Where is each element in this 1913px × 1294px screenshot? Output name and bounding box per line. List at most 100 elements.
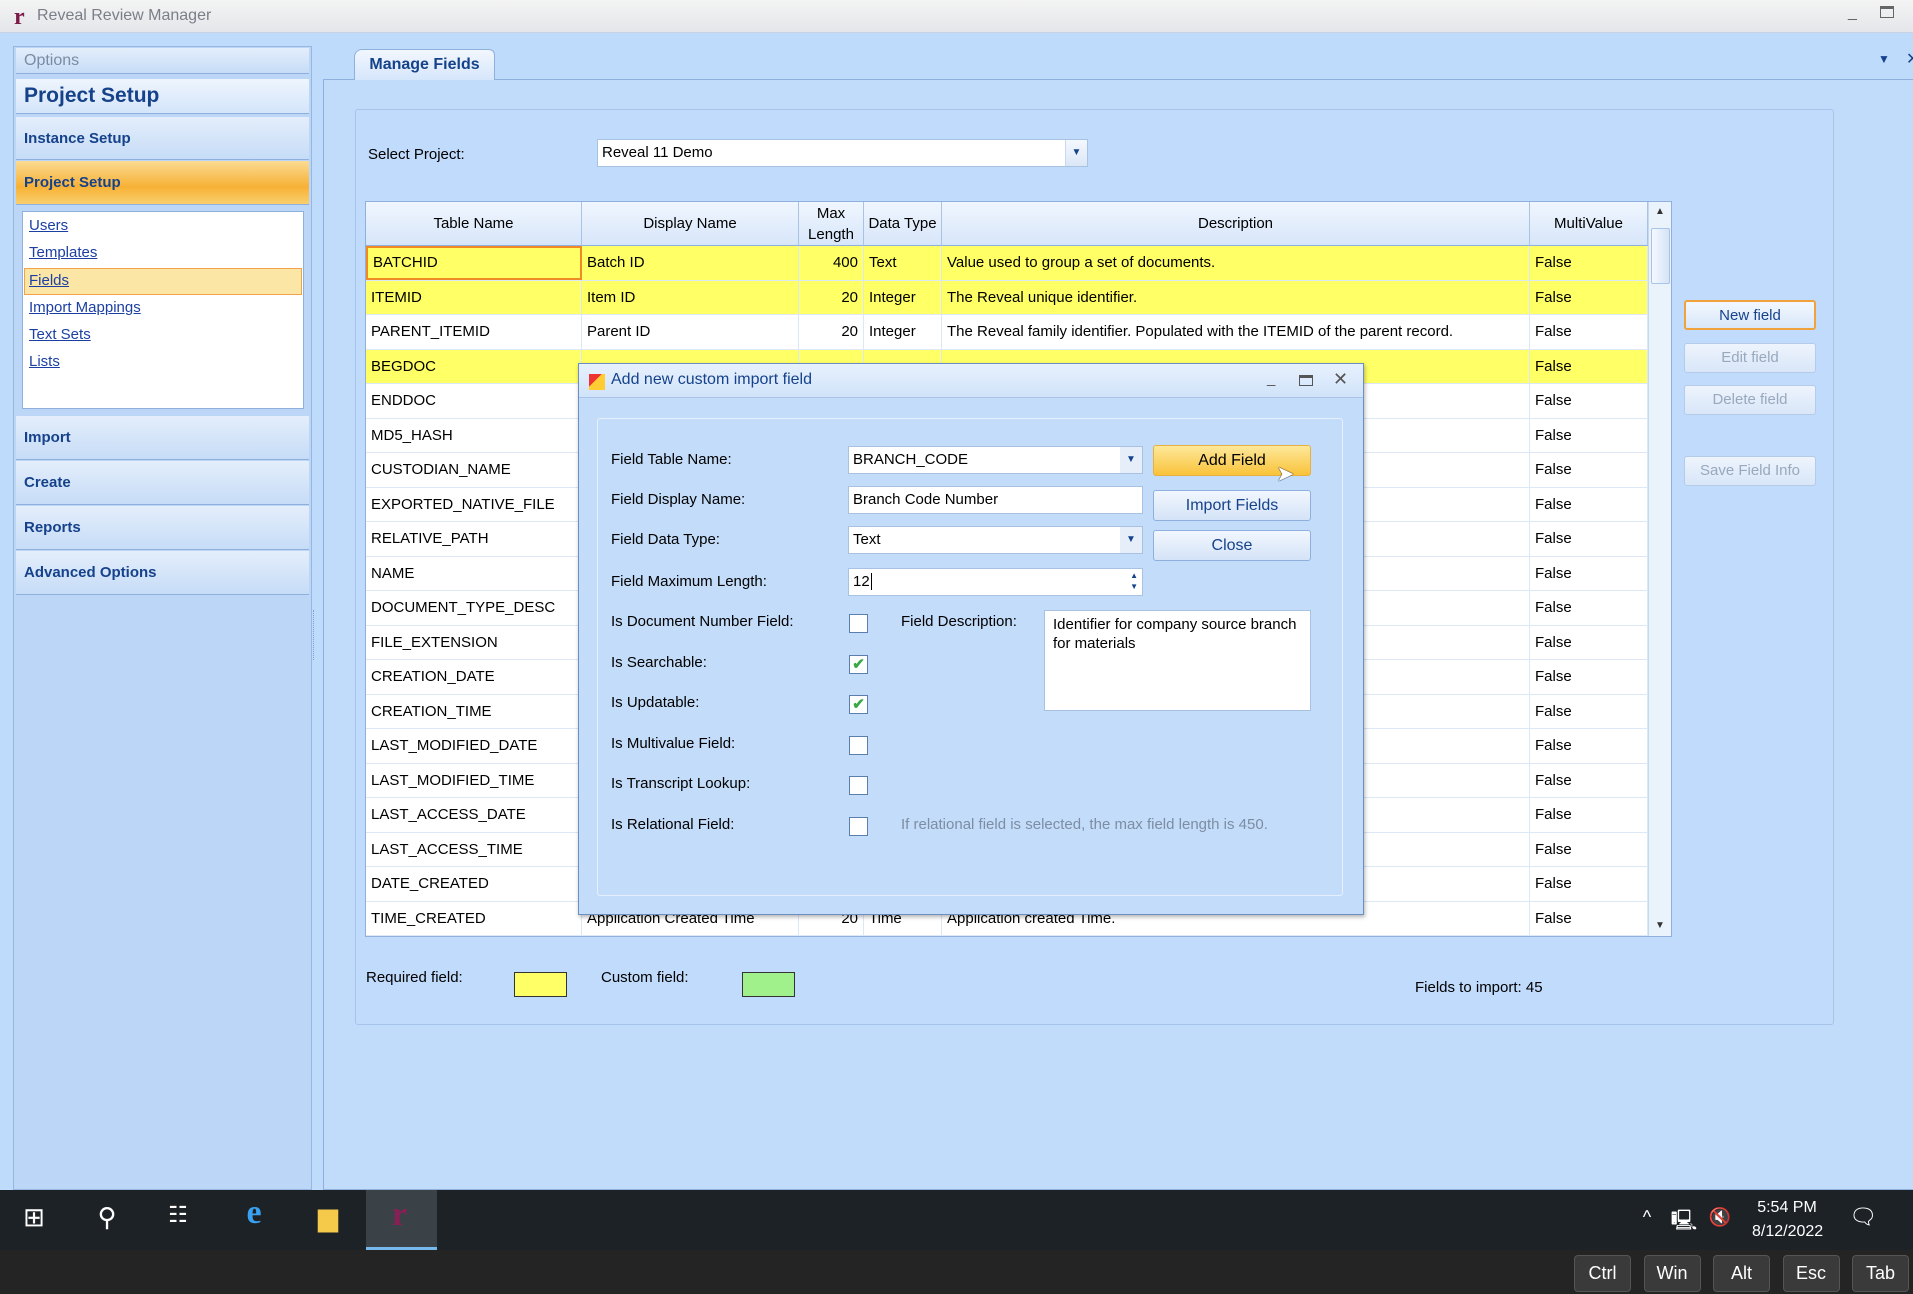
network-icon[interactable]: 🖳 <box>1664 1206 1704 1240</box>
checkbox-label: Is Updatable: <box>611 694 700 711</box>
volume-muted-icon[interactable]: 🔇 <box>1700 1207 1740 1228</box>
start-windows-icon[interactable]: ⊞ <box>14 1202 54 1233</box>
sidebar-section-reports[interactable]: Reports <box>16 506 309 550</box>
table-row[interactable]: BATCHID Batch ID 400 Text Value used to grou… <box>366 246 1648 281</box>
dialog-maximize-icon[interactable] <box>1299 375 1313 386</box>
cell-multi: False <box>1530 660 1648 694</box>
vertical-scrollbar[interactable]: ▲ ▼ <box>1648 202 1671 936</box>
scroll-up-icon[interactable]: ▲ <box>1655 206 1665 217</box>
cell-type: Integer <box>864 280 942 314</box>
field-description-label: Field Description: <box>901 613 1017 630</box>
checkbox[interactable] <box>849 776 868 795</box>
checkbox-label: Is Document Number Field: <box>611 613 794 630</box>
field-data-type-combo[interactable]: Text ▼ <box>848 526 1143 554</box>
cell-multi: False <box>1530 487 1648 521</box>
column-header[interactable]: Description <box>942 202 1530 246</box>
key-alt-button[interactable]: Alt <box>1713 1255 1770 1292</box>
field-display-name-input[interactable]: Branch Code Number <box>848 486 1143 514</box>
chevron-up-icon[interactable]: ^ <box>1627 1207 1667 1228</box>
link-text-sets[interactable]: Text Sets <box>29 326 91 343</box>
save-field-info-button[interactable]: Save Field Info <box>1684 456 1816 486</box>
key-esc-button[interactable]: Esc <box>1782 1255 1840 1292</box>
new-field-button[interactable]: New field <box>1684 300 1816 330</box>
task-view-icon[interactable]: ☷ <box>158 1202 198 1228</box>
checkbox[interactable]: ✔ <box>849 695 868 714</box>
minimize-icon[interactable]: _ <box>1848 4 1857 22</box>
chevron-down-icon[interactable]: ▼ <box>1120 527 1142 553</box>
window-title: Reveal Review Manager <box>37 7 212 24</box>
column-header[interactable]: Max Length <box>799 202 864 246</box>
dialog-title-bar: Add new custom import field _ ✕ <box>579 364 1363 398</box>
column-header[interactable]: MultiValue <box>1530 202 1648 246</box>
column-header[interactable]: Display Name <box>582 202 799 246</box>
search-icon[interactable]: ⚲ <box>87 1202 127 1233</box>
key-win-button[interactable]: Win <box>1643 1255 1701 1292</box>
checkbox[interactable] <box>849 735 868 755</box>
checkbox[interactable] <box>849 816 868 836</box>
cell-table: NAME <box>366 556 582 590</box>
link-users[interactable]: Users <box>29 217 68 234</box>
dialog-close-icon[interactable]: ✕ <box>1333 369 1348 390</box>
cell-multi: False <box>1530 453 1648 487</box>
close-button[interactable]: Close <box>1153 530 1311 561</box>
link-fields[interactable]: Fields <box>29 272 69 289</box>
link-lists[interactable]: Lists <box>29 353 60 370</box>
sidebar-section-import[interactable]: Import <box>16 416 309 460</box>
sidebar-section-project-setup[interactable]: Project Setup <box>16 161 309 205</box>
scroll-down-icon[interactable]: ▼ <box>1655 920 1665 931</box>
tab-menu-chevron-down-icon[interactable]: ▼ <box>1878 52 1890 66</box>
column-header[interactable]: Table Name <box>366 202 582 246</box>
cell-multi: False <box>1530 384 1648 418</box>
tab-manage-fields[interactable]: Manage Fields <box>354 49 495 80</box>
checkbox[interactable] <box>849 614 868 633</box>
import-fields-button[interactable]: Import Fields <box>1153 490 1311 521</box>
column-header[interactable]: Data Type <box>864 202 942 246</box>
sidebar-links: Users Templates Fields Import Mappings T… <box>22 211 304 409</box>
remote-keys-bar: Ctrl Win Alt Esc Tab <box>0 1250 1913 1294</box>
field-table-name-combo[interactable]: BRANCH_CODE ▼ <box>848 446 1143 474</box>
field-max-length-stepper[interactable]: 12 ▲ ▼ <box>848 568 1143 596</box>
cell-desc: The Reveal unique identifier. <box>942 280 1530 314</box>
sidebar-section-create[interactable]: Create <box>16 461 309 505</box>
cell-multi: False <box>1530 418 1648 452</box>
sidebar-splitter[interactable] <box>313 610 317 660</box>
select-project-label: Select Project: <box>368 146 465 163</box>
maximize-icon[interactable] <box>1880 6 1894 18</box>
tab-close-icon[interactable]: ✕ <box>1906 49 1913 69</box>
clock[interactable]: 5:54 PM 8/12/2022 <box>1752 1196 1823 1244</box>
notification-icon[interactable]: 🗨 <box>1843 1204 1883 1230</box>
link-templates[interactable]: Templates <box>29 244 97 261</box>
cell-max: 20 <box>799 315 864 349</box>
cell-multi: False <box>1530 901 1648 935</box>
chevron-down-icon[interactable]: ▼ <box>1065 140 1087 166</box>
field-description-textarea[interactable]: Identifier for company source branch for… <box>1044 610 1311 711</box>
checkbox-label: Is Transcript Lookup: <box>611 775 751 792</box>
cell-multi: False <box>1530 280 1648 314</box>
cell-table: ITEMID <box>366 280 582 314</box>
key-ctrl-button[interactable]: Ctrl <box>1574 1255 1631 1292</box>
cell-table: ENDDOC <box>366 384 582 418</box>
dialog-minimize-icon[interactable]: _ <box>1267 370 1275 387</box>
cell-table: CREATION_TIME <box>366 694 582 728</box>
table-row[interactable]: PARENT_ITEMID Parent ID 20 Integer The Revea… <box>366 315 1648 350</box>
cell-table: BEGDOC <box>366 349 582 383</box>
checkbox[interactable]: ✔ <box>849 654 868 674</box>
select-project-dropdown[interactable]: Reveal 11 Demo ▼ <box>597 139 1088 167</box>
app-logo: r <box>14 4 25 30</box>
cell-table: MD5_HASH <box>366 418 582 452</box>
delete-field-button[interactable]: Delete field <box>1684 385 1816 415</box>
key-tab-button[interactable]: Tab <box>1852 1255 1909 1292</box>
chevron-down-icon[interactable]: ▼ <box>1120 447 1142 473</box>
sidebar-section-instance-setup[interactable]: Instance Setup <box>16 117 309 160</box>
table-row[interactable]: ITEMID Item ID 20 Integer The Reveal unique … <box>366 280 1648 315</box>
link-import-mappings[interactable]: Import Mappings <box>29 299 141 316</box>
file-explorer-icon[interactable]: ▆ <box>308 1202 348 1233</box>
spin-up-down-icon[interactable]: ▲ ▼ <box>1130 570 1138 592</box>
title-bar: r Reveal Review Manager _ <box>0 0 1913 33</box>
reveal-taskbar-button[interactable]: r <box>366 1190 437 1250</box>
sidebar-section-advanced-options[interactable]: Advanced Options <box>16 551 309 595</box>
edit-field-button[interactable]: Edit field <box>1684 343 1816 373</box>
internet-explorer-icon[interactable]: e <box>234 1194 274 1232</box>
scrollbar-thumb[interactable] <box>1651 228 1670 284</box>
cell-type: Text <box>864 246 942 280</box>
